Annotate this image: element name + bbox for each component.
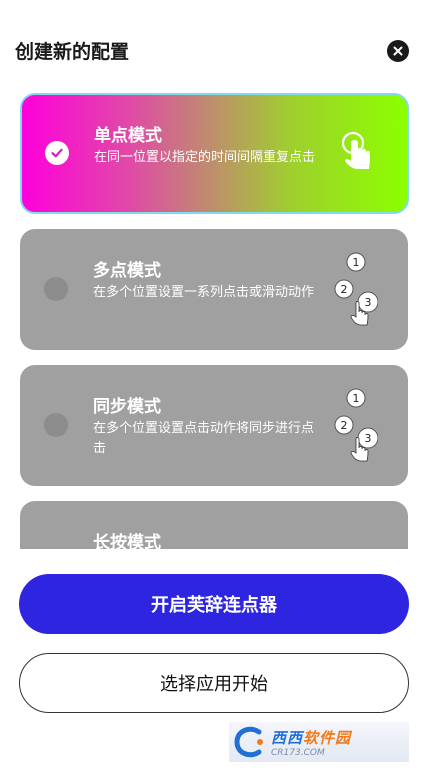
mode-title: 单点模式 [94, 126, 162, 146]
mode-title: 长按模式 [93, 533, 161, 549]
step-number: 1 [353, 392, 360, 405]
radio-checked[interactable] [45, 141, 69, 165]
close-button[interactable] [387, 40, 409, 62]
step-number: 2 [341, 283, 348, 296]
watermark-url: CR173.COM [271, 747, 325, 758]
mode-card-long-press[interactable]: 长按模式 [20, 501, 408, 549]
dialog-header: 创建新的配置 [0, 0, 429, 100]
watermark-text-accent: 软件园 [303, 728, 352, 747]
watermark-text: 西西 [271, 728, 304, 747]
mode-title: 多点模式 [93, 261, 161, 281]
multi-tap-icon: 1 2 3 [334, 252, 378, 326]
watermark-logo-icon [234, 726, 263, 758]
step-number: 3 [365, 296, 372, 309]
sync-tap-icon: 1 2 3 [334, 388, 378, 462]
choose-app-button[interactable]: 选择应用开始 [19, 653, 409, 713]
radio-unchecked[interactable] [44, 277, 68, 301]
mode-description: 在同一位置以指定的时间间隔重复点击 [94, 150, 316, 165]
mode-description: 在多个位置设置一系列点击或滑动动作 [93, 285, 315, 300]
step-number: 2 [341, 419, 348, 432]
page-title: 创建新的配置 [15, 41, 130, 63]
radio-unchecked[interactable] [44, 413, 68, 437]
mode-list[interactable]: 单点模式 在同一位置以指定的时间间隔重复点击 多点模式 在多个位置设置一系列点击… [0, 90, 429, 549]
mode-card-multi[interactable]: 多点模式 在多个位置设置一系列点击或滑动动作 1 2 3 [20, 229, 408, 350]
close-icon [393, 46, 403, 56]
start-clicker-button[interactable]: 开启芙辞连点器 [19, 574, 409, 634]
mode-description: 在多个位置设置点击动作将同步进行点击 [93, 421, 315, 456]
long-press-icon [328, 523, 378, 549]
step-number: 1 [353, 256, 360, 269]
mode-card-sync[interactable]: 同步模式 在多个位置设置点击动作将同步进行点击 1 2 3 [20, 365, 408, 486]
step-number: 3 [365, 432, 372, 445]
mode-card-single[interactable]: 单点模式 在同一位置以指定的时间间隔重复点击 [20, 93, 409, 214]
mode-title: 同步模式 [93, 397, 161, 417]
check-icon [51, 148, 63, 158]
watermark: 西西软件园 CR173.COM [229, 722, 409, 762]
single-tap-icon [341, 131, 370, 169]
